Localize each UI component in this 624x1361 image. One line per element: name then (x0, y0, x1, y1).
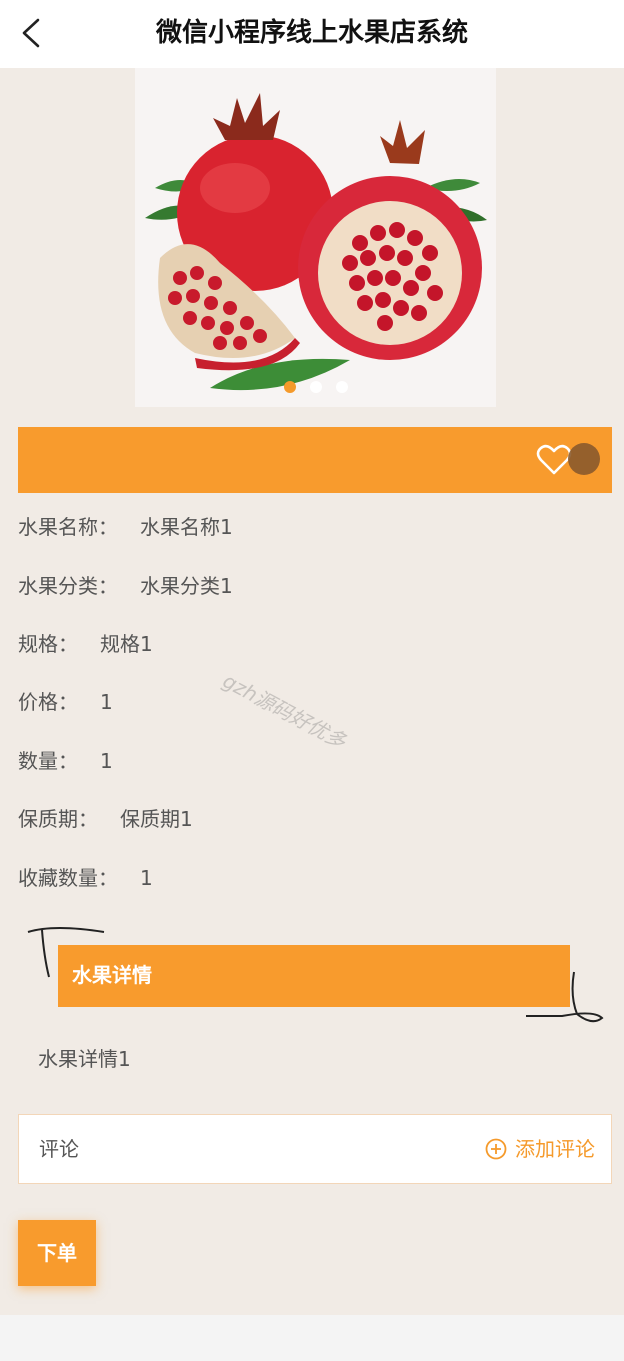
field-value: 水果分类1 (140, 574, 233, 598)
carousel-dots (135, 381, 496, 393)
add-comment-label: 添加评论 (515, 1137, 595, 1161)
plus-circle-icon (485, 1138, 507, 1159)
field-value: 1 (140, 866, 153, 890)
field-value: 保质期1 (120, 807, 193, 831)
nav-bar: 微信小程序线上水果店系统 (0, 0, 624, 68)
product-image-carousel[interactable] (135, 68, 496, 407)
field-label: 收藏数量： (18, 866, 118, 890)
field-value: 规格1 (100, 632, 153, 656)
order-button[interactable]: 下单 (18, 1220, 96, 1286)
field-price: 价格： 1 (18, 686, 113, 715)
field-label: 价格： (18, 690, 78, 714)
annotation-scribble (526, 971, 604, 1023)
field-quantity: 数量： 1 (18, 745, 113, 774)
field-value: 1 (100, 690, 113, 714)
field-fruit-category: 水果分类： 水果分类1 (18, 570, 233, 599)
field-label: 规格： (18, 632, 78, 656)
favorite-bar (18, 427, 612, 493)
fruit-detail-content: 水果详情1 (38, 1047, 131, 1071)
comment-label: 评论 (39, 1137, 79, 1161)
heart-icon[interactable] (536, 444, 572, 476)
fruit-detail-header: 水果详情 (58, 945, 570, 1007)
watermark: gzh源码好优多 (218, 668, 351, 754)
page-title: 微信小程序线上水果店系统 (155, 18, 468, 48)
bottom-safe-area (0, 1315, 624, 1361)
field-fruit-name: 水果名称： 水果名称1 (18, 511, 233, 540)
favorite-toggle[interactable] (568, 443, 600, 475)
field-value: 1 (100, 749, 113, 773)
field-value: 水果名称1 (140, 515, 233, 539)
carousel-dot[interactable] (283, 381, 296, 393)
comment-section: 评论 添加评论 (18, 1114, 612, 1184)
field-label: 水果分类： (18, 574, 118, 598)
field-label: 水果名称： (18, 515, 118, 539)
carousel-dot[interactable] (335, 381, 348, 393)
add-comment-button[interactable]: 添加评论 (485, 1115, 595, 1183)
field-spec: 规格： 规格1 (18, 628, 153, 657)
carousel-dot[interactable] (309, 381, 322, 393)
pomegranate-image (145, 93, 487, 391)
field-label: 数量： (18, 749, 78, 773)
field-favorite-count: 收藏数量： 1 (18, 862, 153, 891)
field-shelf-life: 保质期： 保质期1 (18, 803, 193, 832)
field-label: 保质期： (18, 807, 98, 831)
